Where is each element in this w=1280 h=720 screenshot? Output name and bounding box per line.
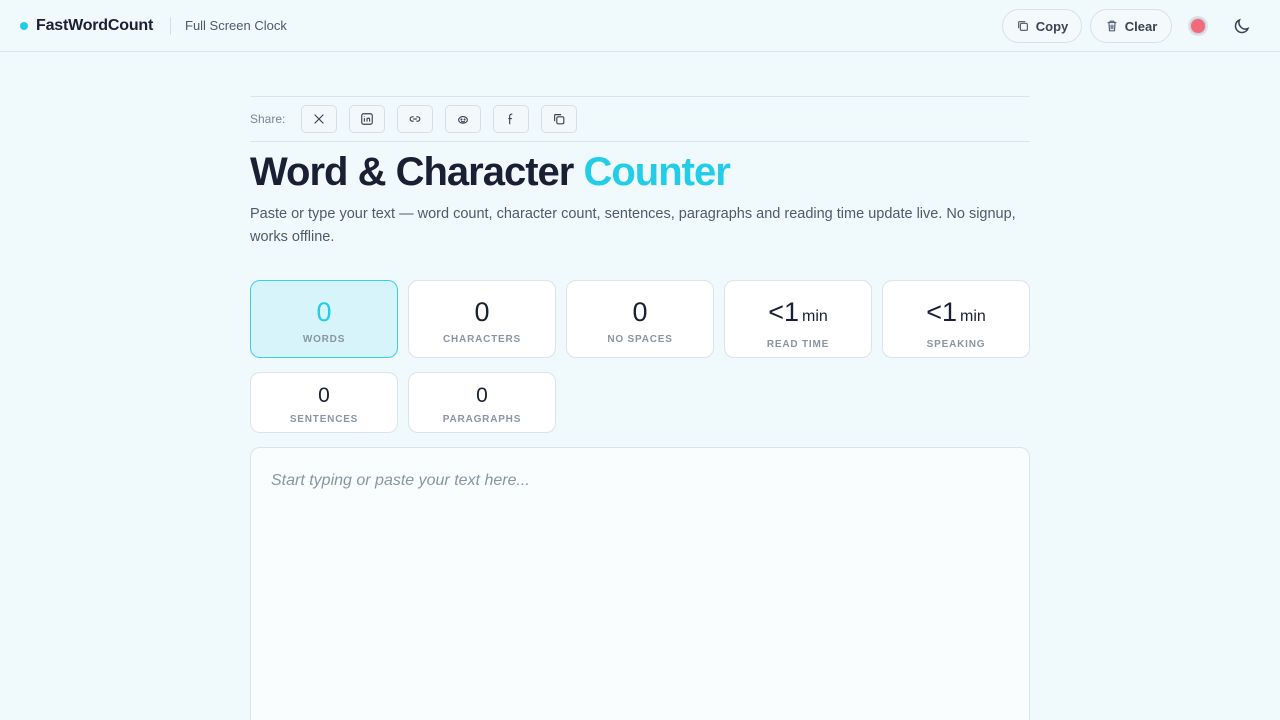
stat-card-words[interactable]: 0 WORDS xyxy=(250,280,398,358)
share-copy-button[interactable] xyxy=(541,105,577,133)
stat-card-characters[interactable]: 0 CHARACTERS xyxy=(408,280,556,358)
page-subtitle: Paste or type your text — word count, ch… xyxy=(250,206,1016,245)
top-header: FastWordCount Full Screen Clock Copy Cle… xyxy=(0,0,1280,52)
share-bottom-divider xyxy=(250,141,1030,142)
text-editor xyxy=(250,447,1030,720)
read-time-unit: min xyxy=(802,308,828,325)
share-x-button[interactable] xyxy=(301,105,337,133)
share-label: Share: xyxy=(250,112,286,126)
share-linkedin-button[interactable] xyxy=(349,105,385,133)
facebook-icon xyxy=(508,113,513,125)
stat-card-no-spaces[interactable]: 0 NO SPACES xyxy=(566,280,714,358)
accent-color-picker[interactable] xyxy=(1188,16,1208,36)
read-time-number: <1 xyxy=(768,297,799,327)
stat-card-speaking[interactable]: <1 min SPEAKING xyxy=(882,280,1030,358)
brand[interactable]: FastWordCount xyxy=(20,16,153,36)
copy-button-label: Copy xyxy=(1035,18,1069,34)
x-icon xyxy=(314,114,324,124)
brand-dot-icon xyxy=(20,22,28,30)
clear-button-label: Clear xyxy=(1124,18,1158,34)
paragraphs-label: PARAGRAPHS xyxy=(442,414,522,425)
read-time-label: READ TIME xyxy=(766,339,830,350)
words-value: 0 xyxy=(316,297,332,327)
stat-card-sentences[interactable]: 0 SENTENCES xyxy=(250,372,398,433)
no-spaces-value: 0 xyxy=(632,297,648,327)
clear-button[interactable]: Clear xyxy=(1090,9,1172,43)
header-divider xyxy=(170,17,171,35)
stat-card-read-time[interactable]: <1 min READ TIME xyxy=(724,280,872,358)
characters-label: CHARACTERS xyxy=(443,334,521,345)
link-icon xyxy=(409,116,421,122)
read-time-value: <1 min xyxy=(768,297,828,332)
no-spaces-label: NO SPACES xyxy=(607,334,673,345)
linkedin-icon xyxy=(361,113,373,125)
speaking-label: SPEAKING xyxy=(926,339,986,350)
page-title-accent: Counter xyxy=(583,150,730,194)
copy-button[interactable]: Copy xyxy=(1002,9,1082,43)
trash-icon xyxy=(1107,20,1117,32)
speaking-value: <1 min xyxy=(926,297,986,332)
speaking-number: <1 xyxy=(926,297,957,327)
page-title: Word & Character Counter xyxy=(250,150,731,194)
share-facebook-button[interactable] xyxy=(493,105,529,133)
share-link-button[interactable] xyxy=(397,105,433,133)
moon-icon[interactable] xyxy=(1232,16,1252,36)
paragraphs-value: 0 xyxy=(476,384,488,407)
nav-link-full-screen-clock[interactable]: Full Screen Clock xyxy=(185,18,287,33)
stat-card-paragraphs[interactable]: 0 PARAGRAPHS xyxy=(408,372,556,433)
characters-value: 0 xyxy=(474,297,490,327)
sentences-label: SENTENCES xyxy=(289,414,359,425)
copy-icon xyxy=(554,114,565,125)
words-label: WORDS xyxy=(302,334,346,345)
speaking-unit: min xyxy=(960,308,986,325)
share-reddit-button[interactable] xyxy=(445,105,481,133)
sentences-value: 0 xyxy=(318,384,330,407)
page-title-main: Word & Character xyxy=(250,150,574,194)
copy-icon xyxy=(1017,21,1028,31)
text-input[interactable] xyxy=(251,448,1029,720)
brand-name[interactable]: FastWordCount xyxy=(36,17,153,35)
reddit-icon xyxy=(458,115,468,124)
share-top-divider xyxy=(250,96,1030,97)
